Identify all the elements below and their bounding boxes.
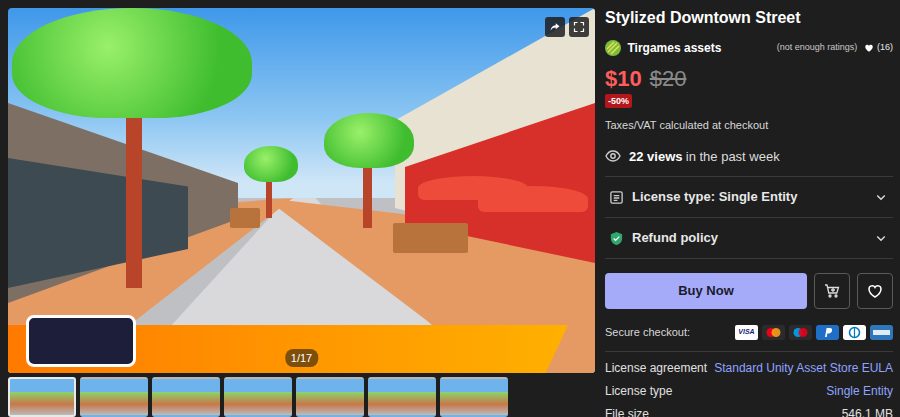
mastercard-icon <box>762 325 785 340</box>
secure-checkout: Secure checkout: VISA <box>605 324 893 341</box>
gallery-thumbnail[interactable] <box>8 377 76 417</box>
product-image[interactable]: 1/17 <box>8 8 595 373</box>
price-row: $10 $20 <box>605 66 893 92</box>
fullscreen-icon <box>573 21 585 33</box>
detail-label: License agreement <box>605 359 707 377</box>
views-suffix: in the past week <box>686 149 780 164</box>
heart-icon <box>864 43 874 53</box>
detail-row: License type Single Entity <box>605 380 893 403</box>
accordion-label[interactable]: Refund policy <box>632 228 867 248</box>
original-price: $20 <box>650 66 687 92</box>
thumbnail-strip <box>8 377 595 417</box>
rating-area: (not enough ratings) (16) <box>777 41 893 55</box>
publisher-row: Tirgames assets (not enough ratings) (16) <box>605 40 893 56</box>
gallery-thumbnail[interactable] <box>152 377 220 417</box>
publisher-logo-icon <box>605 40 621 56</box>
accordion-list: License type: Single Entity Refund policy <box>605 176 893 259</box>
wishlist-button[interactable] <box>857 273 893 309</box>
detail-label: License type <box>605 382 672 400</box>
share-icon <box>549 21 561 33</box>
publisher-name[interactable]: Tirgames assets <box>628 39 722 57</box>
gallery: 1/17 <box>8 8 595 417</box>
product-info: Stylized Downtown Street Tirgames assets (… <box>605 8 893 417</box>
add-to-cart-button[interactable] <box>814 273 850 309</box>
views-text: 22 viewsin the past week <box>629 147 780 167</box>
image-counter: 1/17 <box>285 349 318 368</box>
amex-logo-icon <box>870 325 893 340</box>
paypal-icon <box>816 325 839 340</box>
discount-badge: -50% <box>605 94 632 108</box>
license-icon <box>609 190 624 205</box>
shield-icon <box>609 231 624 246</box>
publisher[interactable]: Tirgames assets <box>605 39 721 57</box>
chevron-icon <box>875 191 887 203</box>
detail-row: File size 546.1 MB <box>605 403 893 417</box>
gallery-thumbnail[interactable] <box>224 377 292 417</box>
accordion-row[interactable]: License type: Single Entity <box>605 177 893 218</box>
fullscreen-button[interactable] <box>569 17 589 37</box>
tax-note: Taxes/VAT calculated at checkout <box>605 117 893 134</box>
detail-value[interactable]: Standard Unity Asset Store EULA <box>714 359 893 377</box>
rating-text: (not enough ratings) <box>777 41 858 55</box>
current-price: $10 <box>605 66 642 92</box>
mastercard-logo-icon <box>762 325 785 340</box>
gallery-thumbnail[interactable] <box>440 377 508 417</box>
detail-row: License agreement Standard Unity Asset St… <box>605 357 893 380</box>
eye-icon <box>605 148 621 164</box>
amex-icon <box>870 325 893 340</box>
detail-value[interactable]: Single Entity <box>826 382 893 400</box>
detail-value: 546.1 MB <box>842 405 893 417</box>
gallery-thumbnail[interactable] <box>368 377 436 417</box>
favorites: (16) <box>864 41 893 55</box>
payment-methods: VISA <box>735 325 893 340</box>
gallery-thumbnail[interactable] <box>296 377 364 417</box>
maestro-logo-icon <box>789 325 812 340</box>
secure-checkout-label: Secure checkout: <box>605 324 690 341</box>
share-button[interactable] <box>545 17 565 37</box>
buy-now-button[interactable]: Buy Now <box>605 273 807 309</box>
visa-icon: VISA <box>735 325 758 340</box>
diners-logo-icon <box>843 325 866 340</box>
cart-plus-icon <box>824 283 840 299</box>
product-title: Stylized Downtown Street <box>605 8 893 28</box>
views-row: 22 viewsin the past week <box>605 147 893 167</box>
maestro-icon <box>789 325 812 340</box>
details-list: License agreement Standard Unity Asset St… <box>605 351 893 417</box>
views-count: 22 views <box>629 149 683 164</box>
favorites-count: (16) <box>877 41 893 55</box>
accordion-label[interactable]: License type: Single Entity <box>632 187 867 207</box>
buy-row: Buy Now <box>605 273 893 309</box>
paypal-logo-icon <box>816 325 839 340</box>
chevron-icon <box>875 232 887 244</box>
gallery-thumbnail[interactable] <box>80 377 148 417</box>
detail-label: File size <box>605 405 649 417</box>
accordion-row[interactable]: Refund policy <box>605 218 893 259</box>
diners-icon <box>843 325 866 340</box>
heart-icon <box>867 283 883 299</box>
